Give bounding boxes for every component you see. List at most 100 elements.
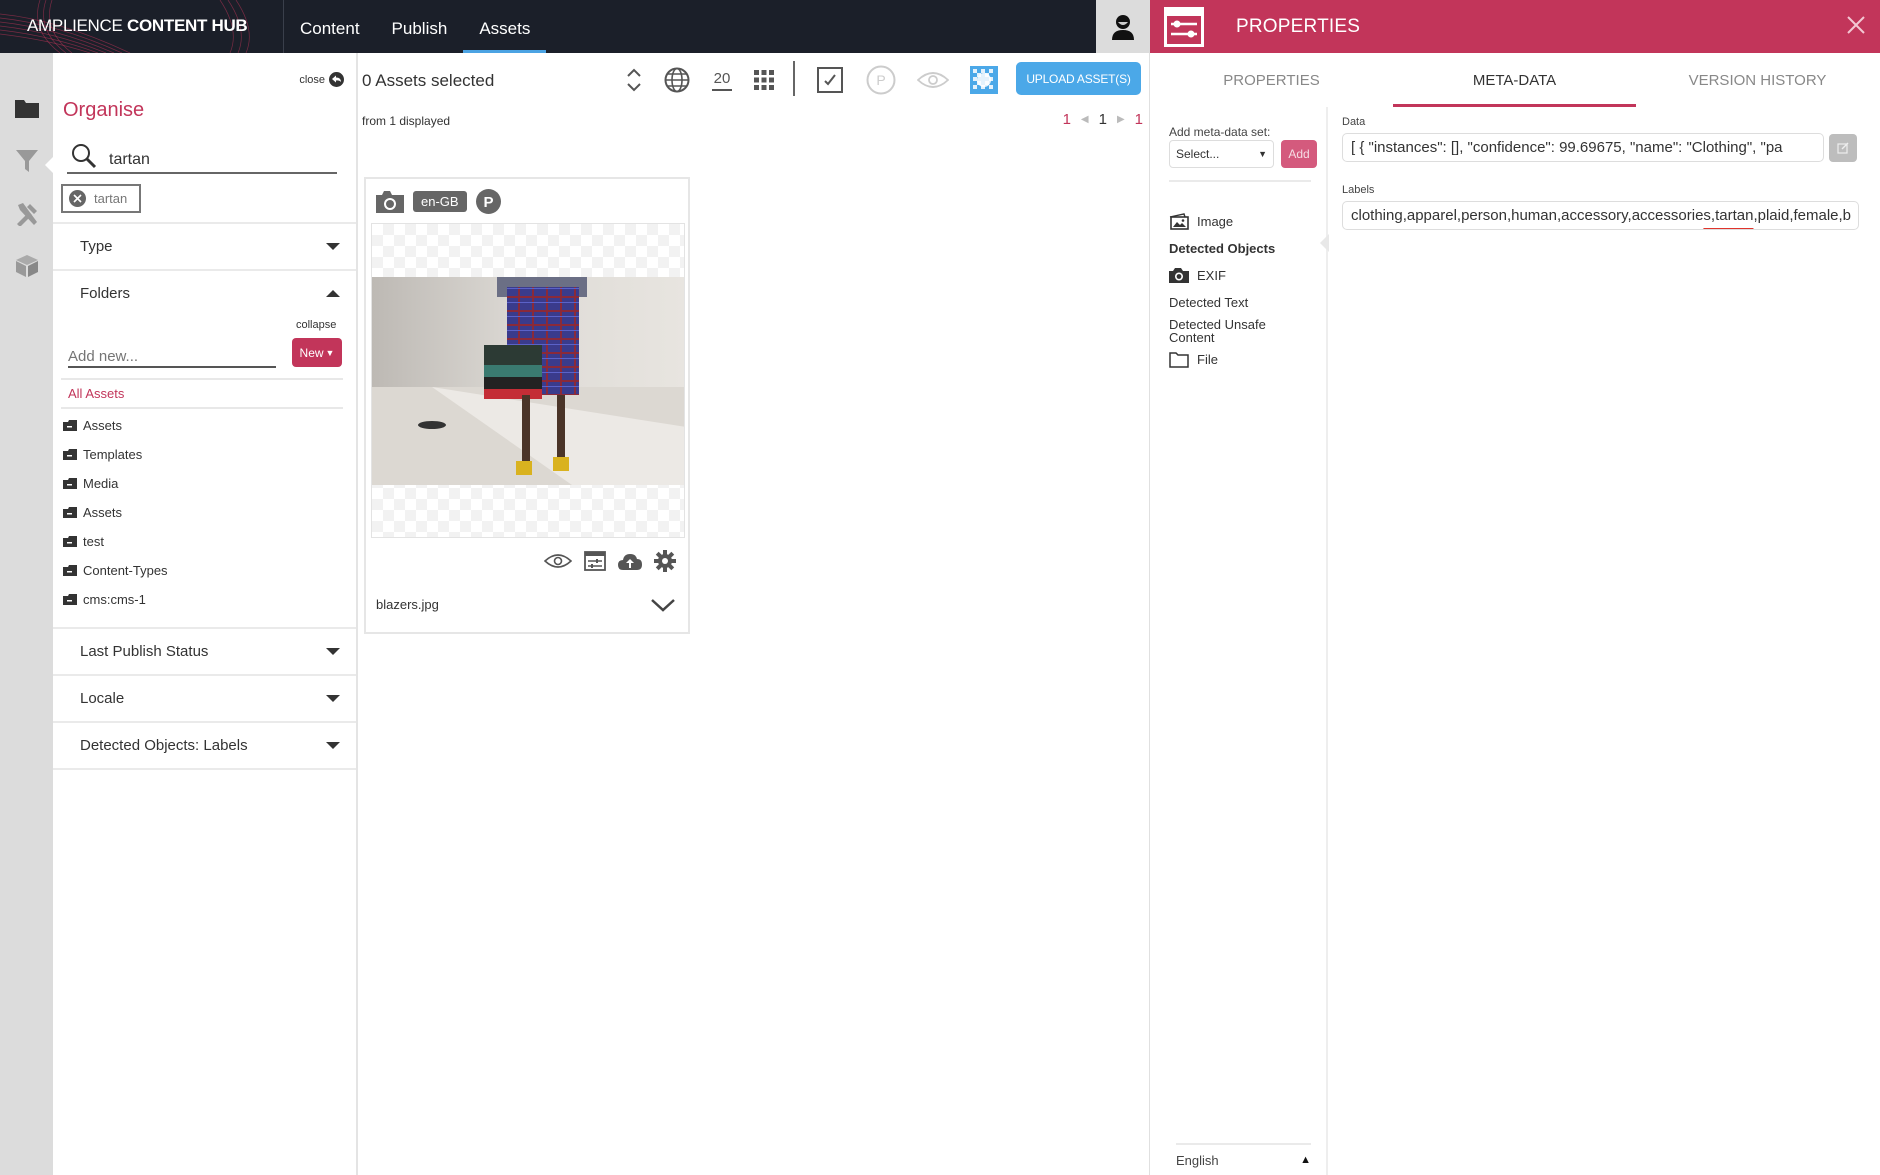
metadata-nav-detected-objects[interactable]: Detected Objects — [1169, 235, 1319, 262]
nav-assets[interactable]: Assets — [463, 0, 547, 53]
tab-properties[interactable]: PROPERTIES — [1150, 53, 1393, 107]
user-menu-button[interactable] — [1096, 0, 1150, 53]
properties-title: PROPERTIES — [1236, 16, 1361, 37]
search-match-highlight: s,tartan — [1703, 207, 1754, 224]
properties-panel: PROPERTIES PROPERTIES META-DATA VERSION … — [1150, 0, 1880, 1175]
filter-locale[interactable]: Locale — [53, 674, 356, 721]
nav-content[interactable]: Content — [284, 0, 376, 53]
collapse-link[interactable]: collapse — [296, 319, 336, 331]
new-folder-button[interactable]: New ▼ — [292, 338, 342, 367]
close-panel-button[interactable]: close — [299, 72, 344, 87]
image-icon — [1169, 213, 1189, 230]
close-label: close — [299, 73, 325, 86]
folder-icon — [63, 478, 77, 489]
chevron-down-icon — [326, 742, 340, 749]
tools-icon[interactable] — [14, 201, 40, 227]
upload-assets-button[interactable]: UPLOAD ASSET(S) — [1016, 62, 1141, 95]
filter-icon[interactable] — [14, 148, 40, 174]
cube-icon[interactable] — [14, 253, 40, 279]
camera-icon — [376, 190, 404, 213]
locale-badge: en-GB — [413, 191, 467, 212]
publish-icon[interactable]: P — [865, 65, 897, 95]
left-icon-rail — [0, 53, 54, 1175]
all-assets-link[interactable]: All Assets — [68, 386, 124, 401]
language-value: English — [1176, 1152, 1219, 1168]
add-metadata-button[interactable]: Add — [1281, 140, 1317, 168]
search-chip[interactable]: tartan — [61, 184, 142, 213]
metadata-nav-detected-text[interactable]: Detected Text — [1169, 289, 1319, 316]
filter-type[interactable]: Type — [53, 222, 356, 269]
globe-icon[interactable] — [663, 65, 691, 95]
last-page[interactable]: 1 — [1135, 111, 1143, 128]
folder-icon[interactable] — [14, 95, 40, 121]
panel-title: Organise — [63, 99, 145, 121]
folder-item[interactable]: test — [63, 527, 168, 556]
prev-page-icon[interactable]: ◀ — [1081, 114, 1089, 125]
active-section-pointer — [1320, 234, 1329, 252]
organise-panel: close Organise tartan tartan Type Folder… — [53, 53, 358, 1175]
language-select[interactable]: English ▲ — [1176, 1143, 1311, 1175]
upload-icon[interactable] — [618, 552, 642, 570]
select-all-icon[interactable] — [816, 65, 844, 95]
filter-type-label: Type — [80, 238, 113, 255]
tab-version-history[interactable]: VERSION HISTORY — [1636, 53, 1879, 107]
properties-icon[interactable] — [584, 551, 606, 571]
asset-thumbnail[interactable] — [371, 223, 685, 538]
folder-icon — [63, 565, 77, 576]
metadata-set-select[interactable]: Select... ▼ — [1169, 140, 1274, 168]
caret-down-icon: ▼ — [325, 347, 335, 358]
page-size-button[interactable]: 20 — [710, 65, 734, 95]
chevron-up-icon — [326, 290, 340, 297]
folder-item[interactable]: cms:cms-1 — [63, 585, 168, 614]
folder-icon — [63, 420, 77, 431]
remove-chip-icon[interactable] — [69, 190, 86, 207]
data-field[interactable]: [ { "instances": [], "confidence": 99.69… — [1342, 133, 1824, 162]
transparency-icon[interactable] — [969, 65, 999, 95]
edit-data-button[interactable] — [1829, 134, 1857, 162]
preview-icon[interactable] — [916, 65, 950, 95]
search-input[interactable]: tartan — [67, 141, 337, 174]
metadata-nav-detected-unsafe-content[interactable]: Detected Unsafe Content — [1169, 316, 1279, 346]
first-page[interactable]: 1 — [1063, 111, 1071, 128]
folder-item[interactable]: Assets — [63, 411, 168, 440]
back-arrow-icon — [329, 72, 344, 87]
add-folder-input[interactable] — [68, 340, 276, 368]
edit-icon — [1837, 142, 1849, 154]
search-value: tartan — [109, 151, 150, 168]
assets-area: 0 Assets selected from 1 displayed 20 P … — [358, 53, 1150, 1175]
filter-folders-label: Folders — [80, 285, 131, 302]
filter-locale-label: Locale — [80, 690, 125, 707]
user-avatar-icon — [1112, 14, 1134, 40]
asset-card[interactable]: en-GB P blazers.jpg — [364, 177, 690, 634]
nav-publish[interactable]: Publish — [376, 0, 464, 53]
folder-item[interactable]: Templates — [63, 440, 168, 469]
folder-item[interactable]: Assets — [63, 498, 168, 527]
metadata-nav-image[interactable]: Image — [1169, 208, 1319, 235]
folder-item[interactable]: Media — [63, 469, 168, 498]
caret-down-icon: ▼ — [1258, 149, 1267, 159]
brand-name: AMPLIENCE CONTENT HUB — [27, 16, 248, 35]
metadata-nav-exif[interactable]: EXIF — [1169, 262, 1319, 289]
chevron-down-icon — [326, 648, 340, 655]
tab-meta-data[interactable]: META-DATA — [1393, 53, 1636, 107]
filter-detected-objects-labels[interactable]: Detected Objects: Labels — [53, 721, 356, 770]
filter-last-publish-status[interactable]: Last Publish Status — [53, 627, 356, 674]
chevron-down-icon[interactable] — [650, 597, 676, 613]
underline — [712, 88, 732, 91]
filter-folders[interactable]: Folders — [53, 269, 356, 316]
filter-last-publish-status-label: Last Publish Status — [80, 643, 209, 660]
close-icon[interactable] — [1846, 15, 1866, 35]
toolbar-divider — [793, 61, 795, 96]
svg-text:P: P — [483, 194, 493, 211]
grid-icon[interactable] — [753, 65, 775, 95]
metadata-nav-file[interactable]: File — [1169, 346, 1319, 373]
settings-icon[interactable] — [654, 550, 676, 572]
divider — [61, 407, 343, 409]
folder-item[interactable]: Content-Types — [63, 556, 168, 585]
preview-icon[interactable] — [544, 553, 572, 569]
sort-icon[interactable] — [624, 65, 644, 95]
metadata-nav: Image Detected Objects EXIF Detected Tex… — [1169, 208, 1319, 373]
brand-logo[interactable]: AMPLIENCE CONTENT HUB — [0, 0, 284, 53]
next-page-icon[interactable]: ▶ — [1117, 114, 1125, 125]
labels-field[interactable]: clothing,apparel,person,human,accessory,… — [1342, 201, 1859, 230]
